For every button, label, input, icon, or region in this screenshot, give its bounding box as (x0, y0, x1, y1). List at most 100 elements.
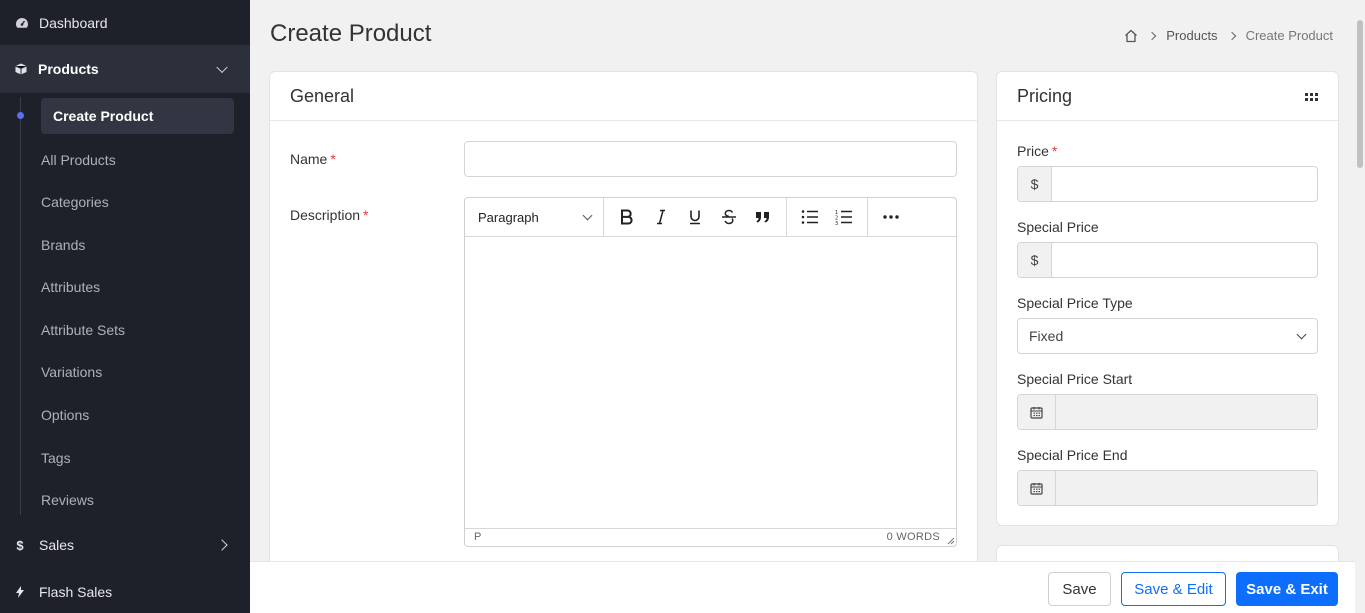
sidebar-item-label: Flash Sales (39, 584, 113, 600)
dollar-icon: $ (16, 537, 24, 553)
sidebar-item-categories[interactable]: Categories (41, 192, 109, 212)
select-value: Fixed (1029, 328, 1064, 344)
more-group (868, 198, 914, 236)
block-format-value: Paragraph (478, 209, 539, 225)
sidebar-item-label: Products (38, 61, 99, 77)
save-exit-button[interactable]: Save & Exit (1236, 572, 1338, 606)
special-price-type-select[interactable]: Fixed (1017, 318, 1318, 354)
sidebar-item-create-product[interactable]: Create Product (41, 98, 234, 134)
required-mark: * (330, 151, 336, 167)
special-price-start-label: Special Price Start (1017, 371, 1133, 387)
element-path[interactable]: P (474, 531, 481, 543)
active-indicator-dot (17, 112, 24, 119)
word-count: 0 WORDS (886, 531, 940, 543)
editor-toolbar: Paragraph 123 (465, 198, 956, 237)
sidebar-item-attribute-sets[interactable]: Attribute Sets (41, 320, 125, 340)
dashboard-icon (15, 17, 29, 29)
list-group: 123 (787, 198, 868, 236)
underline-icon (690, 210, 700, 225)
pricing-card-title: Pricing (997, 72, 1338, 121)
grid-icon[interactable] (1305, 93, 1318, 102)
block-format-select[interactable]: Paragraph (465, 198, 604, 236)
sidebar-item-label: Sales (39, 537, 75, 553)
chevron-down-icon (1296, 329, 1307, 340)
chevron-right-icon (216, 539, 228, 551)
price-label: Price * (1017, 143, 1057, 159)
breadcrumb-current: Create Product (1245, 28, 1333, 43)
numbered-list-icon: 123 (835, 210, 852, 225)
resize-handle-icon[interactable] (947, 537, 955, 545)
save-edit-button[interactable]: Save & Edit (1121, 572, 1226, 606)
sidebar-item-reviews[interactable]: Reviews (41, 490, 94, 510)
breadcrumb-separator-icon (1148, 31, 1157, 40)
required-mark: * (1051, 143, 1058, 159)
sidebar-item-brands[interactable]: Brands (41, 235, 85, 255)
price-label-text: Price (1017, 143, 1049, 159)
sidebar-item-products[interactable]: Products (0, 45, 250, 93)
card-title-text: General (290, 85, 355, 106)
sidebar-item-attributes[interactable]: Attributes (41, 277, 100, 297)
blockquote-button[interactable] (746, 202, 780, 232)
sidebar-item-variations[interactable]: Variations (41, 362, 102, 382)
italic-icon (657, 209, 665, 225)
general-card-title: General (270, 72, 977, 121)
special-price-label: Special Price (1017, 219, 1099, 235)
italic-button[interactable] (644, 202, 678, 232)
save-button[interactable]: Save (1048, 572, 1111, 606)
special-price-input[interactable]: $ (1017, 242, 1318, 278)
quote-icon (756, 212, 769, 223)
svg-text:3: 3 (835, 221, 838, 225)
sidebar-item-dashboard[interactable]: Dashboard (0, 0, 250, 45)
bold-icon (621, 209, 633, 225)
required-mark: * (363, 207, 369, 223)
calendar-icon (1018, 471, 1056, 505)
home-icon[interactable] (1124, 29, 1138, 43)
name-input[interactable] (464, 141, 957, 177)
sidebar-item-options[interactable]: Options (41, 405, 89, 425)
bulleted-list-icon (801, 210, 818, 224)
strikethrough-button[interactable] (712, 202, 746, 232)
currency-addon: $ (1018, 243, 1052, 277)
bolt-icon (15, 586, 25, 598)
submenu-rail (20, 97, 21, 515)
sidebar-item-sales[interactable]: $ Sales (0, 522, 250, 568)
underline-button[interactable] (678, 202, 712, 232)
special-price-start-input[interactable] (1017, 394, 1318, 430)
sidebar-item-tags[interactable]: Tags (41, 448, 71, 468)
special-price-end-label: Special Price End (1017, 447, 1128, 463)
page-title: Create Product (270, 20, 432, 47)
name-label-text: Name (290, 151, 328, 167)
more-options-button[interactable] (874, 202, 908, 232)
date-field (1056, 395, 1317, 429)
name-label: Name * (290, 151, 336, 167)
ellipsis-icon (883, 215, 899, 219)
description-label: Description * (290, 207, 368, 223)
special-price-type-label: Special Price Type (1017, 295, 1133, 311)
formatting-group (604, 198, 787, 236)
editor-content-area[interactable] (465, 237, 956, 529)
breadcrumb-products[interactable]: Products (1166, 28, 1217, 43)
date-field (1056, 471, 1317, 505)
sidebar: Dashboard Products Create Product All Pr… (0, 0, 250, 613)
card-title-text: Pricing (1017, 85, 1073, 106)
special-price-end-input[interactable] (1017, 470, 1318, 506)
calendar-icon (1018, 395, 1056, 429)
numbered-list-button[interactable]: 123 (827, 202, 861, 232)
sidebar-item-all-products[interactable]: All Products (41, 150, 116, 170)
description-label-text: Description (290, 207, 361, 223)
scrollbar-thumb[interactable] (1357, 20, 1363, 168)
sidebar-item-label: Dashboard (39, 14, 108, 31)
cube-icon (15, 63, 27, 75)
editor-statusbar: P 0 WORDS (465, 528, 956, 546)
page-scrollbar[interactable] (1355, 0, 1365, 613)
bold-button[interactable] (610, 202, 644, 232)
action-bar: Save Save & Edit Save & Exit (250, 561, 1355, 613)
currency-addon: $ (1018, 167, 1052, 201)
chevron-down-icon (216, 61, 228, 74)
chevron-down-icon (582, 210, 593, 221)
price-input[interactable]: $ (1017, 166, 1318, 202)
description-editor: Paragraph 123 P 0 WORDS (464, 197, 957, 547)
breadcrumb-separator-icon (1227, 31, 1236, 40)
bulleted-list-button[interactable] (793, 202, 827, 232)
sidebar-item-flash-sales[interactable]: Flash Sales (0, 569, 250, 613)
